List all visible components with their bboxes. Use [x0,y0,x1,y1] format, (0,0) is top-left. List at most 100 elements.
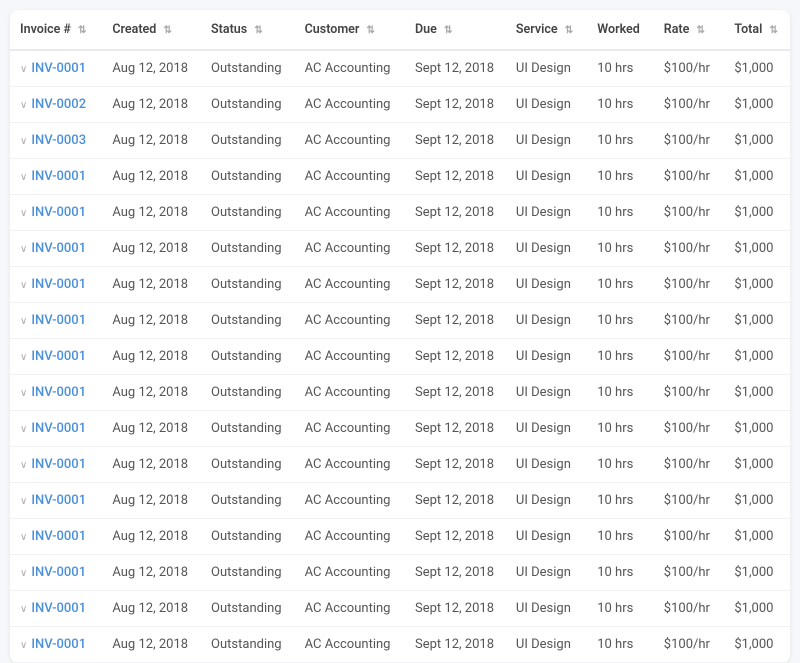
invoice-link[interactable]: INV-0001 [31,349,86,364]
row-chevron[interactable]: ∨ [20,64,27,75]
cell-created: Aug 12, 2018 [102,411,201,447]
cell-worked: 10 hrs [587,87,654,123]
row-chevron[interactable]: ∨ [20,568,27,579]
row-chevron[interactable]: ∨ [20,172,27,183]
cell-total: $1,000 [724,555,790,591]
table-row: ∨INV-0001Aug 12, 2018OutstandingAC Accou… [10,591,790,627]
cell-due: Sept 12, 2018 [405,231,506,267]
table-header-row: Invoice # ⇅ Created ⇅ Status ⇅ Customer … [10,10,790,50]
cell-invoice: ∨ INV-0001 [10,195,102,231]
cell-due: Sept 12, 2018 [405,627,506,663]
cell-due: Sept 12, 2018 [405,159,506,195]
invoice-link[interactable]: INV-0001 [31,169,86,184]
cell-worked: 10 hrs [587,411,654,447]
cell-status: Outstanding [201,159,295,195]
cell-rate: $100/hr [654,159,725,195]
cell-created: Aug 12, 2018 [102,303,201,339]
cell-rate: $100/hr [654,87,725,123]
invoice-link[interactable]: INV-0001 [31,637,86,652]
invoice-link[interactable]: INV-0001 [31,565,86,580]
cell-invoice: ∨ INV-0001 [10,447,102,483]
cell-rate: $100/hr [654,519,725,555]
invoice-link[interactable]: INV-0001 [31,277,86,292]
cell-worked: 10 hrs [587,123,654,159]
row-chevron[interactable]: ∨ [20,496,27,507]
cell-due: Sept 12, 2018 [405,303,506,339]
table-body: ∨INV-0001Aug 12, 2018OutstandingAC Accou… [10,50,790,663]
cell-service: UI Design [506,519,587,555]
cell-created: Aug 12, 2018 [102,375,201,411]
cell-rate: $100/hr [654,123,725,159]
invoice-link[interactable]: INV-0001 [31,493,86,508]
cell-service: UI Design [506,231,587,267]
cell-customer: AC Accounting [295,303,405,339]
cell-worked: 10 hrs [587,591,654,627]
col-header-service[interactable]: Service ⇅ [506,10,587,50]
sort-icon-due: ⇅ [444,25,452,36]
cell-service: UI Design [506,375,587,411]
cell-total: $1,000 [724,159,790,195]
row-chevron[interactable]: ∨ [20,100,27,111]
cell-invoice: ∨ INV-0001 [10,267,102,303]
cell-customer: AC Accounting [295,159,405,195]
cell-service: UI Design [506,123,587,159]
cell-created: Aug 12, 2018 [102,483,201,519]
row-chevron[interactable]: ∨ [20,352,27,363]
row-chevron[interactable]: ∨ [20,316,27,327]
cell-status: Outstanding [201,195,295,231]
cell-rate: $100/hr [654,555,725,591]
cell-worked: 10 hrs [587,195,654,231]
row-chevron[interactable]: ∨ [20,280,27,291]
invoice-link[interactable]: INV-0003 [31,133,86,148]
invoice-link[interactable]: INV-0001 [31,241,86,256]
invoice-link[interactable]: INV-0001 [31,529,86,544]
cell-customer: AC Accounting [295,411,405,447]
row-chevron[interactable]: ∨ [20,136,27,147]
invoice-link[interactable]: INV-0001 [31,385,86,400]
row-chevron[interactable]: ∨ [20,244,27,255]
invoice-link[interactable]: INV-0002 [31,97,86,112]
sort-icon-rate: ⇅ [696,25,704,36]
invoice-link[interactable]: INV-0001 [31,421,86,436]
row-chevron[interactable]: ∨ [20,460,27,471]
cell-customer: AC Accounting [295,555,405,591]
col-header-due[interactable]: Due ⇅ [405,10,506,50]
row-chevron[interactable]: ∨ [20,208,27,219]
cell-service: UI Design [506,339,587,375]
invoice-table: Invoice # ⇅ Created ⇅ Status ⇅ Customer … [10,10,790,663]
cell-created: Aug 12, 2018 [102,519,201,555]
col-header-status[interactable]: Status ⇅ [201,10,295,50]
col-header-total[interactable]: Total ⇅ [724,10,790,50]
cell-service: UI Design [506,483,587,519]
col-header-created[interactable]: Created ⇅ [102,10,201,50]
col-header-customer[interactable]: Customer ⇅ [295,10,405,50]
row-chevron[interactable]: ∨ [20,640,27,651]
cell-due: Sept 12, 2018 [405,375,506,411]
col-header-invoice[interactable]: Invoice # ⇅ [10,10,102,50]
cell-status: Outstanding [201,87,295,123]
cell-rate: $100/hr [654,339,725,375]
invoice-link[interactable]: INV-0001 [31,601,86,616]
invoice-link[interactable]: INV-0001 [31,61,86,76]
sort-icon-invoice: ⇅ [78,25,86,36]
row-chevron[interactable]: ∨ [20,532,27,543]
cell-status: Outstanding [201,627,295,663]
sort-icon-service: ⇅ [565,25,573,36]
invoice-link[interactable]: INV-0001 [31,313,86,328]
cell-worked: 10 hrs [587,303,654,339]
col-header-total-label: Total [734,22,762,37]
cell-invoice: ∨ INV-0001 [10,303,102,339]
invoice-link[interactable]: INV-0001 [31,205,86,220]
col-header-rate[interactable]: Rate ⇅ [654,10,725,50]
cell-due: Sept 12, 2018 [405,87,506,123]
col-header-customer-label: Customer [305,22,360,37]
invoice-link[interactable]: INV-0001 [31,457,86,472]
cell-rate: $100/hr [654,375,725,411]
cell-invoice: ∨ INV-0001 [10,231,102,267]
row-chevron[interactable]: ∨ [20,604,27,615]
cell-created: Aug 12, 2018 [102,591,201,627]
cell-status: Outstanding [201,447,295,483]
row-chevron[interactable]: ∨ [20,424,27,435]
table-row: ∨INV-0001Aug 12, 2018OutstandingAC Accou… [10,627,790,663]
row-chevron[interactable]: ∨ [20,388,27,399]
